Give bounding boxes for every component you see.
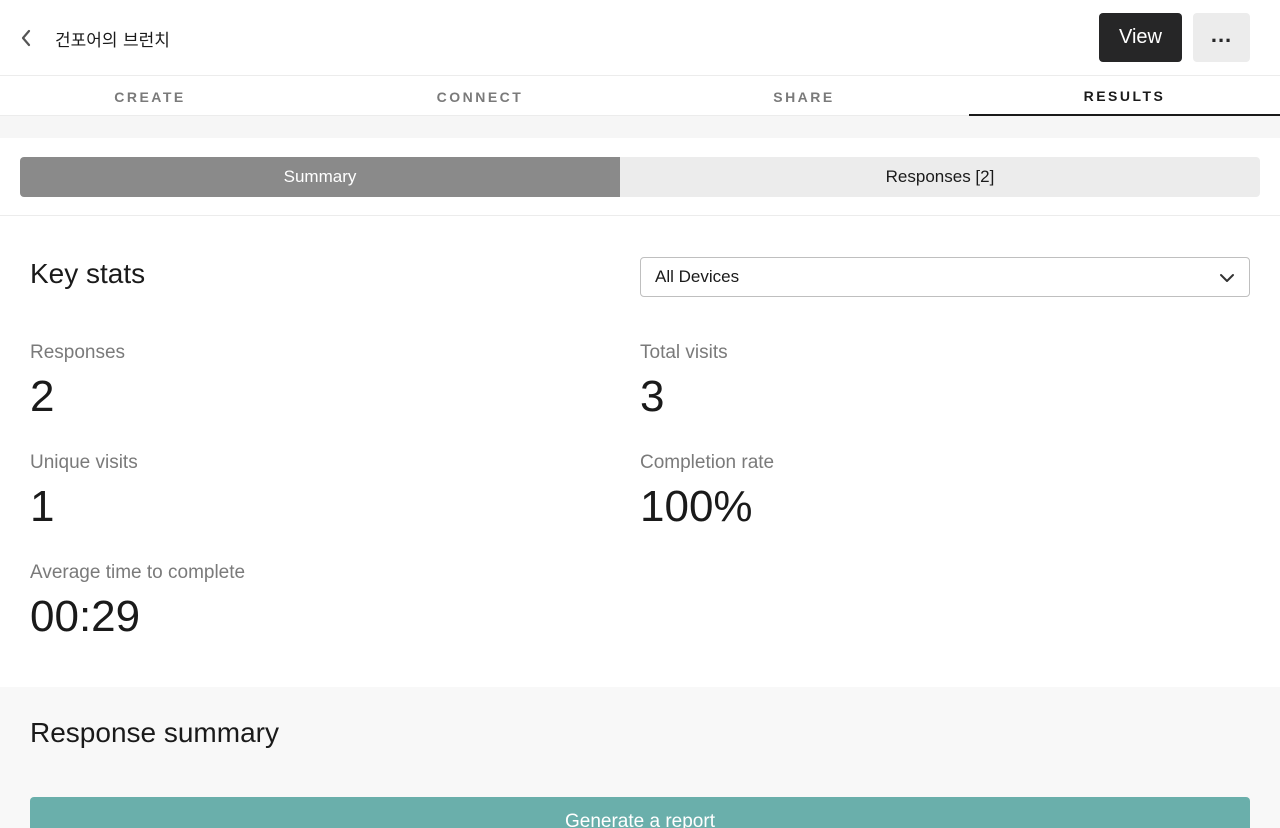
results-view-switch: Summary Responses [2]	[0, 138, 1280, 216]
responses-stat-value: 2	[30, 372, 55, 421]
completion-rate-stat-value: 100%	[640, 482, 753, 531]
tab-connect[interactable]: CONNECT	[330, 77, 630, 116]
avg-time-stat-label: Average time to complete	[30, 562, 246, 583]
avg-time-stat-value: 00:29	[30, 592, 141, 641]
tab-results[interactable]: RESULTS	[969, 77, 1280, 116]
tab-share[interactable]: SHARE	[654, 77, 954, 116]
total-visits-stat-label: Total visits	[640, 342, 728, 363]
divider-band	[0, 116, 1280, 138]
more-options-button[interactable]: ...	[1193, 13, 1250, 62]
total-visits-stat-value: 3	[640, 372, 665, 421]
unique-visits-stat-label: Unique visits	[30, 452, 138, 473]
device-filter-select[interactable]: All Devices	[640, 257, 1250, 297]
tab-create[interactable]: CREATE	[0, 77, 300, 116]
generate-report-button[interactable]: Generate a report	[30, 797, 1250, 828]
top-header: 건포어의 브런치 View ...	[0, 0, 1280, 76]
response-summary-title: Response summary	[30, 717, 279, 748]
responses-stat-label: Responses	[30, 342, 126, 363]
responses-segment[interactable]: Responses [2]	[620, 157, 1260, 197]
view-button[interactable]: View	[1099, 13, 1182, 62]
summary-segment[interactable]: Summary	[20, 157, 620, 197]
back-button[interactable]	[14, 26, 38, 50]
device-filter-value: All Devices	[655, 267, 740, 286]
completion-rate-stat-label: Completion rate	[640, 452, 775, 473]
key-stats-title: Key stats	[30, 258, 146, 289]
main-nav: CREATE CONNECT SHARE RESULTS	[0, 77, 1280, 116]
form-title: 건포어의 브런치	[55, 31, 170, 51]
chevron-left-icon	[21, 29, 31, 47]
chevron-down-icon	[1220, 274, 1234, 282]
unique-visits-stat-value: 1	[30, 482, 55, 531]
